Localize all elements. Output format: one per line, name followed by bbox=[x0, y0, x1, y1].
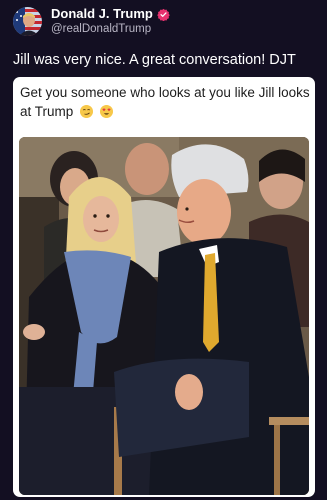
smirking-face-emoji bbox=[80, 105, 94, 118]
heart-eyes-emoji bbox=[99, 105, 113, 118]
display-name-row: Donald J. Trump bbox=[51, 6, 170, 22]
handle[interactable]: @realDonaldTrump bbox=[51, 22, 170, 37]
author-names: Donald J. Trump @realDonaldTrump bbox=[51, 6, 170, 37]
embedded-post-text: Get you someone who looks at you like Ji… bbox=[20, 85, 310, 119]
embedded-post-card[interactable]: Get you someone who looks at you like Ji… bbox=[13, 77, 315, 497]
post-text: Jill was very nice. A great conversation… bbox=[13, 52, 296, 68]
avatar[interactable] bbox=[13, 7, 42, 36]
flag-portrait-avatar bbox=[13, 7, 42, 36]
verified-badge-icon bbox=[157, 8, 170, 21]
display-name[interactable]: Donald J. Trump bbox=[51, 6, 153, 22]
post-header: Donald J. Trump @realDonaldTrump bbox=[13, 6, 170, 37]
photo-jill-biden-donald-trump-seated bbox=[19, 137, 309, 495]
embedded-post-text-block: Get you someone who looks at you like Ji… bbox=[20, 83, 310, 121]
embedded-photo[interactable] bbox=[19, 137, 309, 495]
